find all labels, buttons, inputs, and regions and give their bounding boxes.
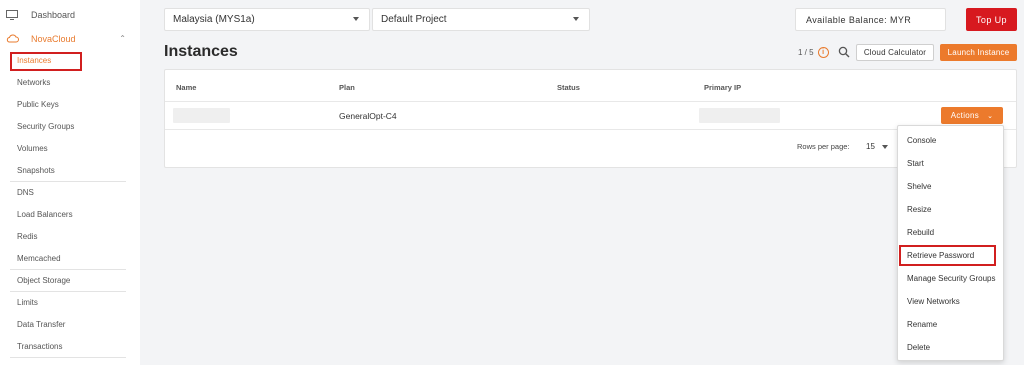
- sidebar-divider: [10, 291, 126, 292]
- instance-name-placeholder: [173, 108, 230, 123]
- sidebar-divider: [10, 269, 126, 270]
- sidebar-item-label: Dashboard: [31, 10, 76, 20]
- sidebar-item-transactions[interactable]: Transactions: [17, 342, 63, 351]
- menu-item-rename[interactable]: Rename: [907, 320, 937, 329]
- column-header-status: Status: [557, 83, 580, 92]
- instance-ip-placeholder: [699, 108, 780, 123]
- project-select[interactable]: Default Project: [372, 8, 590, 31]
- menu-item-console[interactable]: Console: [907, 136, 936, 145]
- instance-plan: GeneralOpt-C4: [339, 111, 397, 121]
- caret-down-icon[interactable]: [882, 145, 888, 149]
- sidebar-group-label: NovaCloud: [31, 33, 76, 44]
- sidebar-divider: [10, 357, 126, 358]
- sidebar-item-dashboard[interactable]: Dashboard: [6, 10, 75, 20]
- sidebar-item-limits[interactable]: Limits: [17, 298, 38, 307]
- sidebar-item-public-keys[interactable]: Public Keys: [17, 100, 59, 109]
- pagination-text: 1 / 5: [798, 48, 814, 57]
- caret-down-icon: [353, 17, 359, 21]
- sidebar-item-redis[interactable]: Redis: [17, 232, 37, 241]
- sidebar-item-security-groups[interactable]: Security Groups: [17, 122, 74, 131]
- region-select[interactable]: Malaysia (MYS1a): [164, 8, 370, 31]
- pagination-indicator: 1 / 5 i: [798, 47, 829, 58]
- sidebar-item-object-storage[interactable]: Object Storage: [17, 276, 70, 285]
- instances-table: [164, 69, 1017, 168]
- column-header-primary-ip: Primary IP: [704, 83, 742, 92]
- menu-item-manage-security-groups[interactable]: Manage Security Groups: [907, 274, 996, 283]
- project-select-value: Default Project: [381, 14, 447, 25]
- menu-item-start[interactable]: Start: [907, 159, 924, 168]
- launch-instance-button[interactable]: Launch Instance: [940, 44, 1017, 61]
- cloud-calculator-button[interactable]: Cloud Calculator: [856, 44, 934, 61]
- info-icon[interactable]: i: [817, 47, 829, 58]
- actions-button[interactable]: Actions ⌄: [941, 107, 1003, 124]
- menu-item-rebuild[interactable]: Rebuild: [907, 228, 934, 237]
- sidebar-divider: [10, 181, 126, 182]
- sidebar-item-networks[interactable]: Networks: [17, 78, 50, 87]
- sidebar-item-dns[interactable]: DNS: [17, 188, 34, 197]
- search-icon[interactable]: [838, 46, 850, 58]
- table-divider: [165, 101, 1016, 102]
- rows-per-page-label: Rows per page:: [797, 142, 850, 151]
- balance-display: Available Balance: MYR: [795, 8, 946, 31]
- menu-item-resize[interactable]: Resize: [907, 205, 931, 214]
- column-header-name: Name: [176, 83, 197, 92]
- menu-item-view-networks[interactable]: View Networks: [907, 297, 960, 306]
- menu-item-delete[interactable]: Delete: [907, 343, 930, 352]
- table-divider: [165, 129, 1016, 130]
- chevron-up-icon[interactable]: ⌃: [119, 34, 126, 43]
- chevron-down-icon: ⌄: [987, 112, 994, 120]
- top-up-button[interactable]: Top Up: [966, 8, 1017, 31]
- menu-item-shelve[interactable]: Shelve: [907, 182, 931, 191]
- rows-per-page-select[interactable]: 15: [866, 142, 875, 151]
- sidebar-item-data-transfer[interactable]: Data Transfer: [17, 320, 65, 329]
- region-select-value: Malaysia (MYS1a): [173, 14, 255, 25]
- sidebar-item-load-balancers[interactable]: Load Balancers: [17, 210, 73, 219]
- page-title: Instances: [164, 43, 238, 60]
- balance-label: Available Balance: MYR: [806, 14, 912, 25]
- sidebar-item-snapshots[interactable]: Snapshots: [17, 166, 55, 175]
- highlight-box-retrieve-password: [899, 245, 996, 266]
- caret-down-icon: [573, 17, 579, 21]
- cloud-icon: [6, 34, 19, 43]
- sidebar-group-novacloud[interactable]: NovaCloud ⌃: [6, 33, 128, 44]
- column-header-plan: Plan: [339, 83, 355, 92]
- sidebar-item-memcached[interactable]: Memcached: [17, 254, 61, 263]
- sidebar-item-volumes[interactable]: Volumes: [17, 144, 48, 153]
- highlight-box-instances: [10, 52, 82, 71]
- monitor-icon: [6, 10, 18, 20]
- actions-button-label: Actions: [950, 111, 980, 120]
